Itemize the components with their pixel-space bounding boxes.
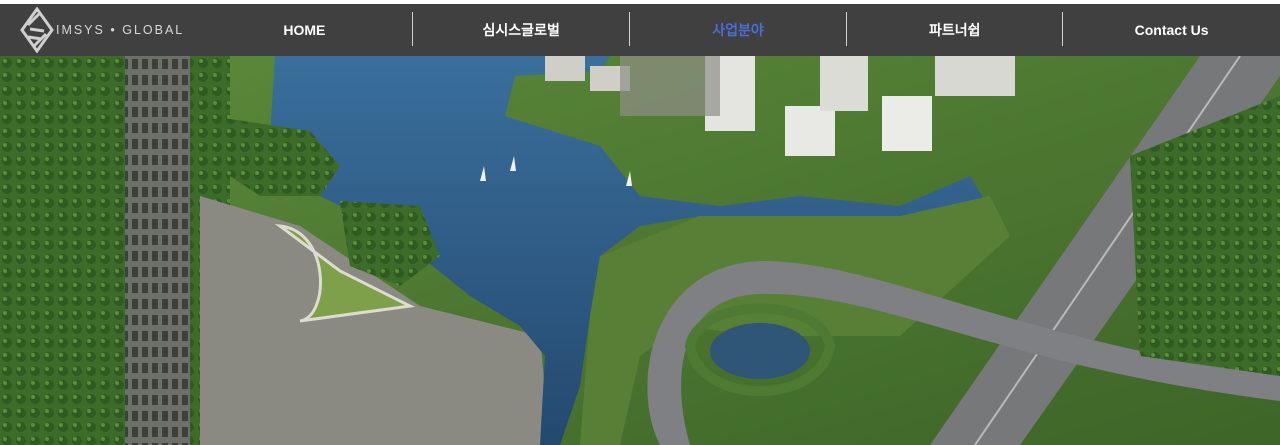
hero-image	[0, 56, 1280, 445]
city-grid	[620, 56, 720, 116]
main-nav: HOME 심시스글로벌 사업분야 파트너쉽 Contact Us	[196, 4, 1280, 56]
navbar: IMSYS • GLOBAL HOME 심시스글로벌 사업분야 파트너쉽 Con…	[0, 4, 1280, 56]
nav-partnership[interactable]: 파트너쉽	[846, 4, 1063, 56]
logo[interactable]: IMSYS • GLOBAL	[20, 7, 184, 53]
nav-divider	[629, 12, 630, 46]
logo-mark-icon	[20, 7, 54, 53]
nav-simsys-global[interactable]: 심시스글로벌	[413, 4, 630, 56]
building	[785, 106, 835, 156]
nav-contact-us[interactable]: Contact Us	[1063, 4, 1280, 56]
nav-divider	[846, 12, 847, 46]
building	[820, 56, 868, 111]
nav-business-area[interactable]: 사업분야	[630, 4, 847, 56]
parking-lot-left	[125, 56, 195, 445]
loop-pond	[710, 323, 810, 379]
nav-home[interactable]: HOME	[196, 4, 413, 56]
tree-belt-left	[0, 56, 130, 445]
building	[545, 56, 585, 81]
aerial-city-illustration	[0, 56, 1280, 445]
building	[935, 56, 1015, 96]
brand-name: IMSYS • GLOBAL	[56, 23, 185, 37]
nav-divider	[412, 12, 413, 46]
nav-divider	[1062, 12, 1063, 46]
building	[882, 96, 932, 151]
